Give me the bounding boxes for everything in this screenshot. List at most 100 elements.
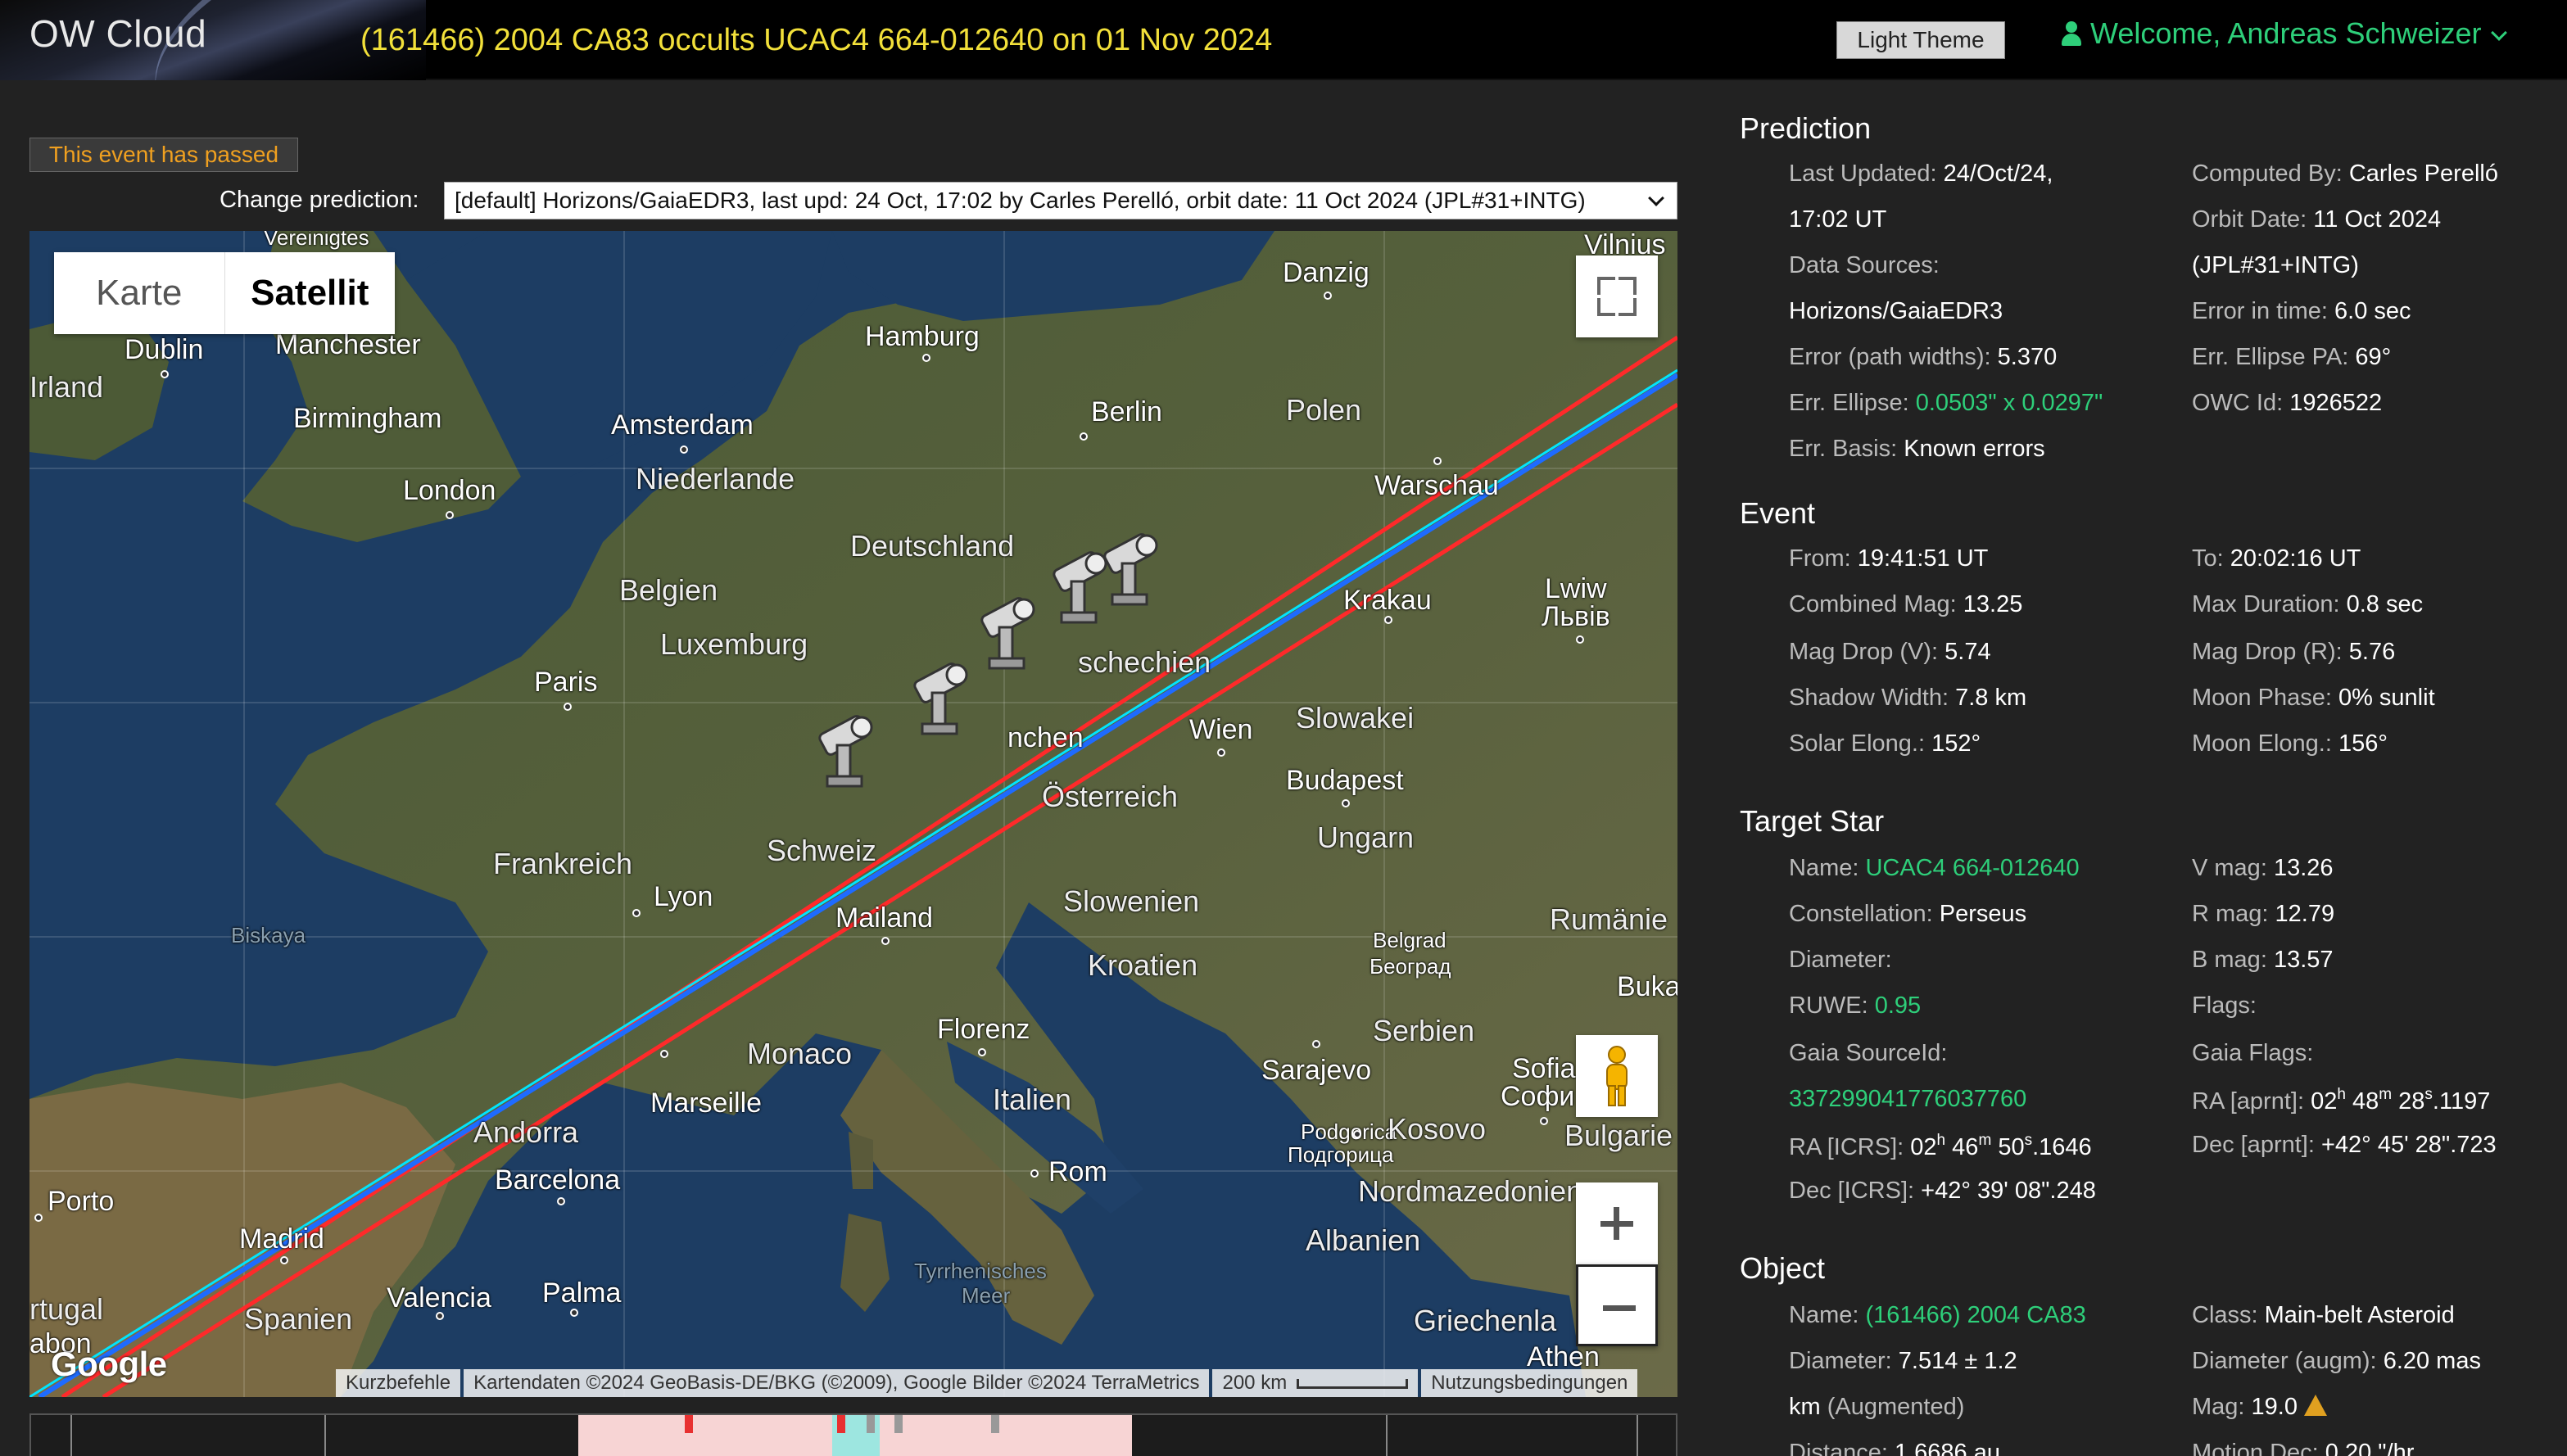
map-label: Sarajevo: [1261, 1055, 1372, 1086]
b-mag-row: B mag: 13.57: [2192, 947, 2334, 973]
city-marker: [1312, 1040, 1320, 1048]
map-label: Österreich: [1042, 780, 1179, 813]
zoom-in-button[interactable]: [1576, 1182, 1658, 1264]
timeline-marker[interactable]: [837, 1415, 845, 1433]
fullscreen-icon: [1619, 277, 1637, 295]
map-label: Albanien: [1306, 1223, 1421, 1257]
fullscreen-icon: [1597, 298, 1615, 316]
last-updated-row-cont: 17:02 UT: [1789, 206, 1887, 233]
object-motion-row: Motion Dec: 0.20 "/hr: [2192, 1440, 2415, 1456]
event-passed-badge: This event has passed: [29, 138, 298, 172]
moon-elong-row: Moon Elong.: 156°: [2192, 730, 2388, 757]
map-type-karte-button[interactable]: Karte: [54, 252, 224, 334]
star-name-link[interactable]: UCAC4 664-012640: [1865, 855, 2079, 881]
timeline-marker[interactable]: [685, 1415, 693, 1433]
orbit-date-row: Orbit Date: 11 Oct 2024: [2192, 206, 2442, 233]
app-logo[interactable]: OW Cloud: [29, 11, 206, 56]
terms-link[interactable]: Nutzungsbedingungen: [1421, 1369, 1638, 1397]
map-label: Buka: [1617, 971, 1677, 1002]
map-label: schechien: [1078, 645, 1211, 679]
map-label: Porto: [48, 1186, 115, 1217]
warning-icon[interactable]: [2304, 1395, 2327, 1416]
gaia-source-link[interactable]: 337299041776037760: [1789, 1086, 2026, 1112]
map-label: Palma: [542, 1277, 622, 1309]
telescope-icon[interactable]: [976, 591, 1042, 681]
section-title-target-star: Target Star: [1740, 804, 1885, 838]
zoom-out-button[interactable]: [1576, 1264, 1658, 1346]
map-label: nchen: [1007, 722, 1084, 753]
keyboard-shortcuts-link[interactable]: Kurzbefehle: [336, 1369, 461, 1397]
city-marker: [564, 703, 572, 711]
err-ellipse-link[interactable]: 0.0503" x 0.0297": [1916, 390, 2103, 416]
mag-drop-r-row: Mag Drop (R): 5.76: [2192, 639, 2396, 665]
city-marker: [978, 1048, 986, 1056]
street-view-button[interactable]: [1576, 1035, 1658, 1117]
map-label: Polen: [1286, 393, 1362, 427]
occultation-map[interactable]: Vereinigtes Dublin Manchester Irland Bir…: [29, 231, 1677, 1397]
gaia-flags-row: Gaia Flags:: [2192, 1040, 2314, 1066]
map-label: Belgrad: [1373, 928, 1446, 952]
map-label: Andorra: [473, 1115, 579, 1149]
map-label: Madrid: [239, 1223, 324, 1255]
map-label: London: [403, 475, 496, 506]
city-marker: [680, 445, 688, 454]
city-marker: [570, 1309, 578, 1317]
timeline-marker[interactable]: [867, 1415, 875, 1433]
fullscreen-icon: [1619, 298, 1637, 316]
map-label: Kosovo: [1388, 1112, 1487, 1146]
change-prediction-label: Change prediction:: [220, 187, 419, 213]
timeline-marker[interactable]: [991, 1415, 999, 1433]
dec-aprnt-row: Dec [aprnt]: +42° 45' 28".723: [2192, 1132, 2497, 1158]
city-marker: [660, 1050, 668, 1058]
flags-row: Flags:: [2192, 993, 2257, 1019]
map-label: Львів: [1542, 601, 1610, 632]
map-label: Lyon: [654, 881, 713, 912]
city-marker: [881, 937, 890, 945]
combined-mag-row: Combined Mag: 13.25: [1789, 591, 2023, 617]
map-label: Mailand: [835, 902, 934, 934]
r-mag-row: R mag: 12.79: [2192, 901, 2335, 927]
city-marker: [1433, 457, 1442, 465]
telescope-icon[interactable]: [909, 657, 975, 747]
map-label: Budapest: [1286, 765, 1404, 796]
object-class-row: Class: Main-belt Asteroid: [2192, 1302, 2455, 1328]
object-name-link[interactable]: (161466) 2004 CA83: [1865, 1302, 2085, 1328]
map-label: Danzig: [1283, 257, 1370, 288]
map-label: Podgorica: [1301, 1119, 1397, 1144]
map-label: Wien: [1189, 714, 1253, 745]
map-label: Ungarn: [1317, 821, 1415, 854]
city-marker: [1353, 1130, 1361, 1138]
telescope-icon[interactable]: [1099, 527, 1165, 617]
chevron-down-icon: [1648, 190, 1664, 206]
timeline-marker[interactable]: [894, 1415, 903, 1433]
map-attribution: Kurzbefehle Kartendaten ©2024 GeoBasis-D…: [333, 1369, 1638, 1397]
max-duration-row: Max Duration: 0.8 sec: [2192, 591, 2424, 617]
map-label: Slowenien: [1063, 884, 1200, 918]
map-label: Barcelona: [495, 1164, 621, 1196]
dec-icrs-row: Dec [ICRS]: +42° 39' 08".248: [1789, 1178, 2096, 1204]
user-menu[interactable]: Welcome, Andreas Schweizer: [2061, 16, 2507, 51]
map-type-satellit-button[interactable]: Satellit: [224, 252, 396, 334]
ra-aprnt-row: RA [aprnt]: 02h 48m 28s.1197: [2192, 1086, 2491, 1115]
light-theme-button[interactable]: Light Theme: [1836, 21, 2005, 59]
ruwe-row: RUWE: 0.95: [1789, 993, 1922, 1019]
map-label: Irland: [29, 370, 104, 404]
data-sources-value: Horizons/GaiaEDR3: [1789, 298, 2003, 324]
city-marker: [1384, 616, 1392, 624]
object-diameter-row: Diameter: 7.514 ± 1.2: [1789, 1348, 2017, 1374]
map-label: Rumänie: [1550, 902, 1668, 936]
ruwe-link[interactable]: 0.95: [1875, 993, 1921, 1019]
prediction-select[interactable]: [default] Horizons/GaiaEDR3, last upd: 2…: [444, 182, 1677, 219]
event-timeline[interactable]: [29, 1413, 1677, 1456]
chevron-down-icon: [2490, 25, 2507, 41]
city-marker: [922, 354, 930, 362]
city-marker: [632, 909, 641, 917]
mag-drop-v-row: Mag Drop (V): 5.74: [1789, 639, 1991, 665]
fullscreen-button[interactable]: [1576, 255, 1658, 337]
map-label: Подгорица: [1288, 1142, 1394, 1167]
city-marker: [1217, 748, 1225, 757]
map-label: Deutschland: [850, 529, 1015, 563]
telescope-icon[interactable]: [814, 709, 880, 799]
map-label: Luxemburg: [660, 627, 808, 661]
map-scale[interactable]: 200 km: [1212, 1369, 1419, 1397]
